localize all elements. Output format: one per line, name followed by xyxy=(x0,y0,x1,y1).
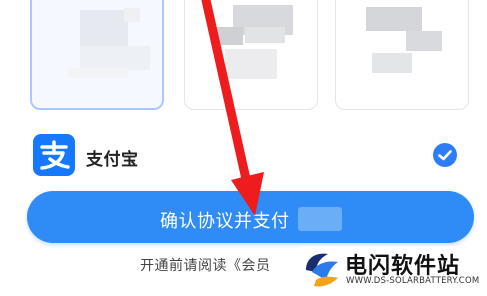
site-logo-icon xyxy=(306,253,338,287)
watermark-url: WWW.DS-SOLARBATTERY.COM xyxy=(346,276,480,286)
